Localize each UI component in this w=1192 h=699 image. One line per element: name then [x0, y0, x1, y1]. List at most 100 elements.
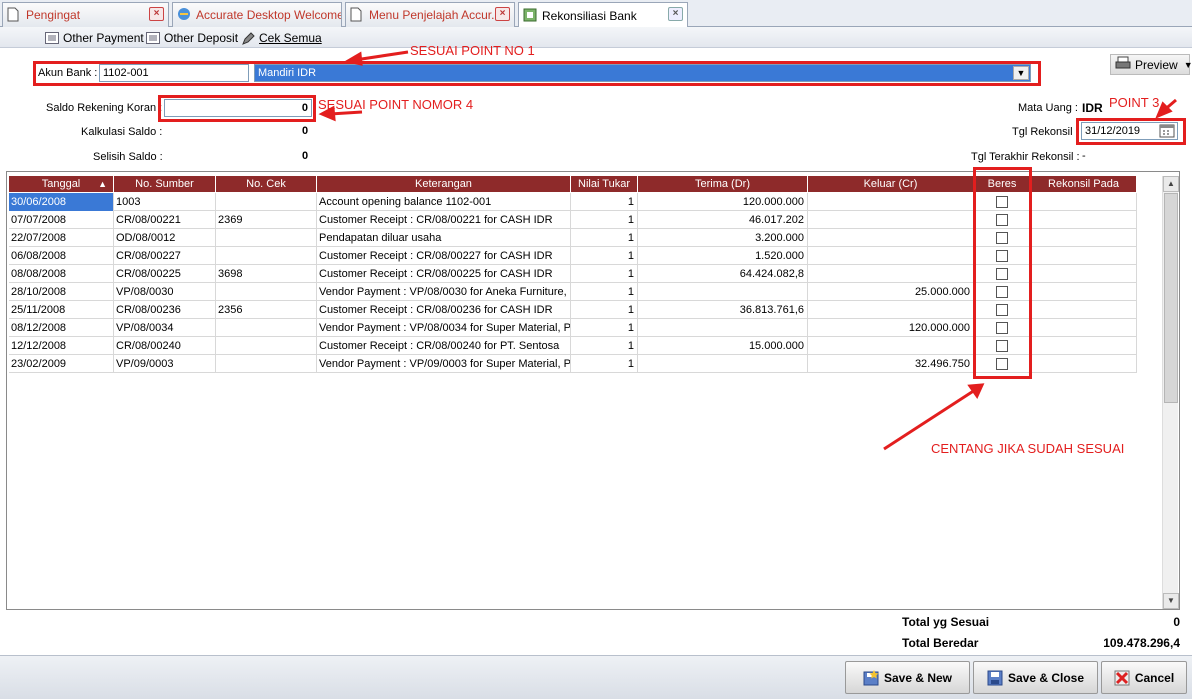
column-header-no-sumber[interactable]: No. Sumber: [114, 176, 216, 192]
cell-terima-dr: 120.000.000: [638, 193, 808, 211]
sort-ascending-icon[interactable]: ▲: [98, 176, 107, 192]
column-header-rekonsil-pada[interactable]: Rekonsil Pada: [1031, 176, 1137, 192]
selisih-saldo-label: Selisih Saldo :: [93, 151, 163, 163]
other-payment-button[interactable]: Other Payment: [45, 29, 144, 46]
save-close-button[interactable]: Save & Close: [973, 661, 1098, 694]
cell-nilai-tukar: 1: [571, 337, 638, 355]
cell-no-cek: 2356: [216, 301, 317, 319]
cell-terima-dr: 1.520.000: [638, 247, 808, 265]
preview-button[interactable]: Preview ▼: [1110, 54, 1192, 75]
cell-nilai-tukar: 1: [571, 247, 638, 265]
table-row[interactable]: 23/02/2009 VP/09/0003 Vendor Payment : VP/…: [9, 355, 1137, 373]
cell-no-cek: [216, 247, 317, 265]
cell-terima-dr: 36.813.761,6: [638, 301, 808, 319]
cell-rekonsil-pada: [1031, 247, 1137, 265]
cell-keluar-cr: 120.000.000: [808, 319, 974, 337]
cell-nilai-tukar: 1: [571, 193, 638, 211]
cell-terima-dr: 3.200.000: [638, 229, 808, 247]
table-row[interactable]: 25/11/2008 CR/08/00236 2356 Customer Receip…: [9, 301, 1137, 319]
save-new-button[interactable]: Save & New: [845, 661, 970, 694]
kalkulasi-saldo-value: 0: [302, 125, 309, 137]
close-icon[interactable]: ×: [495, 7, 510, 21]
selisih-saldo-value: 0: [302, 150, 309, 162]
cancel-button[interactable]: Cancel: [1101, 661, 1187, 694]
cell-no-sumber: CR/08/00240: [114, 337, 216, 355]
scroll-up-icon[interactable]: ▲: [1163, 176, 1179, 192]
highlight-tgl-rekonsil: [1076, 118, 1186, 145]
column-header-keterangan[interactable]: Keterangan: [317, 176, 571, 192]
cell-keluar-cr: [808, 301, 974, 319]
column-header-no-cek[interactable]: No. Cek: [216, 176, 317, 192]
column-header-nilai-tukar[interactable]: Nilai Tukar: [571, 176, 638, 192]
table-row[interactable]: 30/06/2008 1003 Account opening balance 11…: [9, 193, 1137, 211]
cell-nilai-tukar: 1: [571, 283, 638, 301]
cell-rekonsil-pada: [1031, 355, 1137, 373]
tab-welcome[interactable]: Accurate Desktop Welcome...: [172, 2, 342, 27]
column-header-tanggal[interactable]: Tanggal ▲: [9, 176, 114, 192]
table-body: 30/06/2008 1003 Account opening balance 11…: [9, 193, 1137, 373]
tab-pengingat[interactable]: Pengingat ×: [2, 2, 169, 27]
cell-no-sumber: OD/08/0012: [114, 229, 216, 247]
close-icon[interactable]: ×: [149, 7, 164, 21]
cell-no-sumber: 1003: [114, 193, 216, 211]
cell-rekonsil-pada: [1031, 193, 1137, 211]
other-deposit-button[interactable]: Other Deposit: [146, 29, 238, 46]
cell-keterangan: Account opening balance 1102-001: [317, 193, 571, 211]
cancel-icon: [1114, 670, 1130, 686]
cell-keluar-cr: [808, 337, 974, 355]
close-icon[interactable]: ×: [668, 7, 683, 21]
mata-uang-value: IDR: [1082, 101, 1103, 115]
table-row[interactable]: 07/07/2008 CR/08/00221 2369 Customer Receip…: [9, 211, 1137, 229]
cell-keterangan: Vendor Payment : VP/09/0003 for Super Ma…: [317, 355, 571, 373]
column-header-terima-dr[interactable]: Terima (Dr): [638, 176, 808, 192]
cell-nilai-tukar: 1: [571, 265, 638, 283]
cek-semua-button[interactable]: Cek Semua: [241, 29, 322, 46]
cell-keluar-cr: [808, 193, 974, 211]
other-payment-label: Other Payment: [63, 30, 144, 45]
browser-icon: [177, 7, 191, 23]
cell-tanggal: 23/02/2009: [9, 355, 114, 373]
cell-keluar-cr: [808, 265, 974, 283]
save-close-label: Save & Close: [1007, 670, 1085, 685]
table-row[interactable]: 22/07/2008 OD/08/0012 Pendapatan diluar us…: [9, 229, 1137, 247]
footer-bar: Save & New Save & Close Cancel: [0, 655, 1192, 699]
highlight-beres-column: [973, 167, 1032, 379]
cell-no-sumber: VP/09/0003: [114, 355, 216, 373]
save-icon: [987, 670, 1003, 686]
cell-no-sumber: CR/08/00227: [114, 247, 216, 265]
cell-tanggal: 25/11/2008: [9, 301, 114, 319]
cell-no-sumber: VP/08/0030: [114, 283, 216, 301]
cell-keluar-cr: 32.496.750: [808, 355, 974, 373]
table-row[interactable]: 08/08/2008 CR/08/00225 3698 Customer Receip…: [9, 265, 1137, 283]
cell-no-sumber: CR/08/00225: [114, 265, 216, 283]
tab-menu-penjelajah[interactable]: Menu Penjelajah Accur... ×: [345, 2, 515, 27]
table-row[interactable]: 08/12/2008 VP/08/0034 Vendor Payment : VP/…: [9, 319, 1137, 337]
table-header: Tanggal ▲ No. Sumber No. Cek Keterangan Nilai…: [9, 176, 1137, 192]
tab-label: Rekonsiliasi Bank: [542, 8, 637, 23]
cell-terima-dr: [638, 319, 808, 337]
cell-nilai-tukar: 1: [571, 301, 638, 319]
tab-rekonsiliasi-bank[interactable]: Rekonsiliasi Bank ×: [518, 2, 688, 28]
document-icon: [350, 7, 364, 23]
table-row[interactable]: 12/12/2008 CR/08/00240 Customer Receipt : …: [9, 337, 1137, 355]
cell-no-cek: 2369: [216, 211, 317, 229]
scroll-thumb[interactable]: [1164, 193, 1178, 403]
table-row[interactable]: 28/10/2008 VP/08/0030 Vendor Payment : VP/…: [9, 283, 1137, 301]
printer-icon: [1115, 56, 1131, 73]
cell-no-cek: [216, 355, 317, 373]
cell-nilai-tukar: 1: [571, 355, 638, 373]
cell-terima-dr: [638, 355, 808, 373]
cancel-label: Cancel: [1134, 670, 1175, 685]
list-icon: [45, 31, 59, 44]
total-sesuai-value: 0: [1173, 615, 1180, 629]
cell-no-sumber: VP/08/0034: [114, 319, 216, 337]
chevron-down-icon: ▼: [1183, 59, 1192, 70]
scroll-down-icon[interactable]: ▼: [1163, 593, 1179, 609]
column-header-keluar-cr[interactable]: Keluar (Cr): [808, 176, 974, 192]
cell-nilai-tukar: 1: [571, 211, 638, 229]
cell-terima-dr: 15.000.000: [638, 337, 808, 355]
cell-rekonsil-pada: [1031, 319, 1137, 337]
table-row[interactable]: 06/08/2008 CR/08/00227 Customer Receipt : …: [9, 247, 1137, 265]
cell-keterangan: Pendapatan diluar usaha: [317, 229, 571, 247]
vertical-scrollbar[interactable]: ▲ ▼: [1162, 176, 1179, 609]
